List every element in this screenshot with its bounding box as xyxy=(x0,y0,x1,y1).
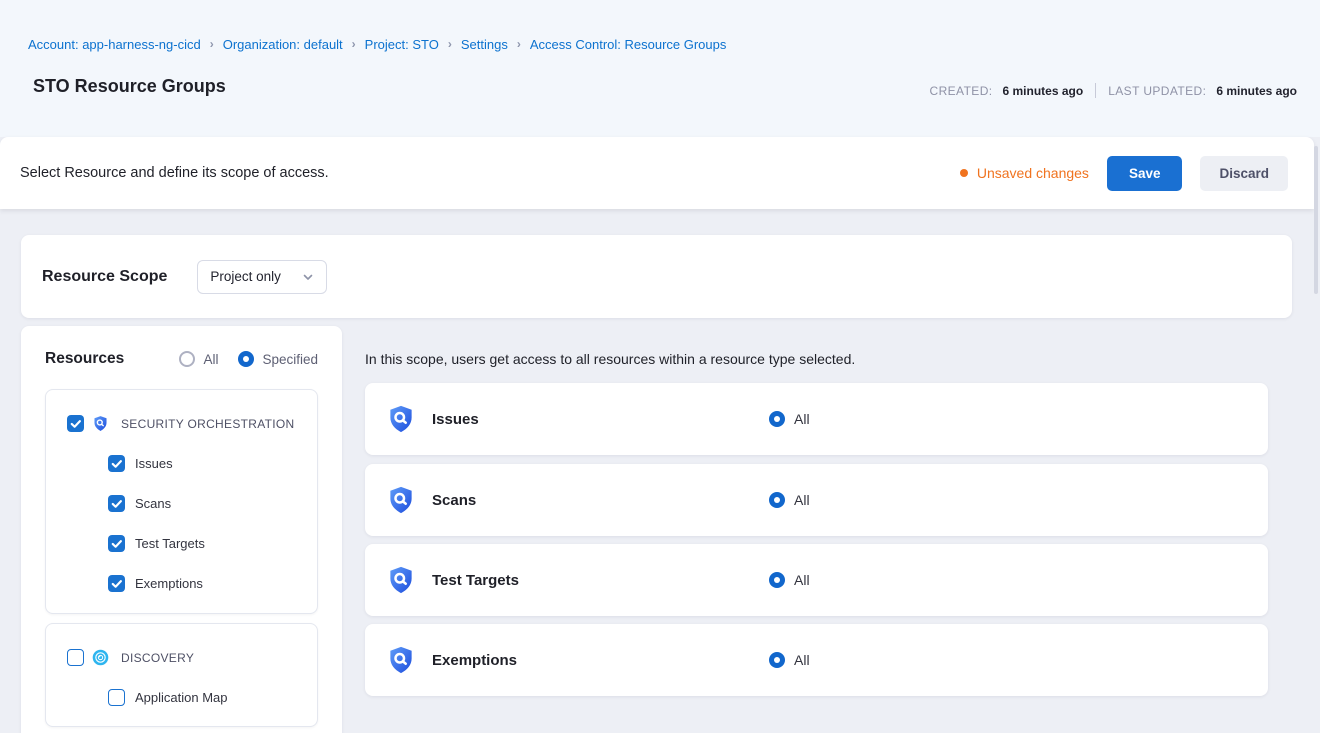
toolbar-description: Select Resource and define its scope of … xyxy=(20,165,329,181)
resource-scope-label: Resource Scope xyxy=(42,268,167,286)
access-option-all[interactable]: All xyxy=(769,492,810,508)
created-value: 6 minutes ago xyxy=(1003,84,1084,98)
checkbox-checked-icon[interactable] xyxy=(67,415,84,432)
resource-scope-value: Project only xyxy=(210,269,281,284)
resource-label: Scans xyxy=(135,496,171,511)
created-label: CREATED: xyxy=(930,84,993,98)
resources-panel: Resources All Specified SECURITY ORCHES xyxy=(21,326,342,733)
toolbar-actions: Unsaved changes Save Discard xyxy=(960,156,1288,191)
chevron-right-icon: › xyxy=(210,37,214,51)
checkbox-checked-icon[interactable] xyxy=(108,455,125,472)
access-all-label: All xyxy=(794,572,810,588)
resource-scope-card: Resource Scope Project only xyxy=(21,235,1292,318)
unsaved-changes-label: Unsaved changes xyxy=(977,165,1089,181)
checkbox-checked-icon[interactable] xyxy=(108,495,125,512)
resource-label: Exemptions xyxy=(135,576,203,591)
sto-shield-icon xyxy=(386,645,416,675)
resource-card-title: Exemptions xyxy=(432,652,517,669)
resources-filter: All Specified xyxy=(179,351,318,367)
sto-shield-icon xyxy=(386,565,416,595)
page-title: STO Resource Groups xyxy=(33,76,226,97)
resource-card-title: Scans xyxy=(432,492,476,509)
group-row-security-orchestration[interactable]: SECURITY ORCHESTRATION xyxy=(67,415,295,432)
group-card-discovery: DISCOVERY Application Map xyxy=(45,623,318,727)
radio-selected-icon[interactable] xyxy=(769,492,785,508)
resource-card-exemptions: Exemptions All xyxy=(365,624,1268,696)
breadcrumb: Account: app-harness-ng-cicd › Organizat… xyxy=(28,37,726,52)
radio-selected-icon[interactable] xyxy=(238,351,254,367)
vertical-scrollbar-thumb[interactable] xyxy=(1314,146,1318,294)
resource-row-test-targets[interactable]: Test Targets xyxy=(108,535,205,552)
resource-card-scans: Scans All xyxy=(365,464,1268,536)
discard-button[interactable]: Discard xyxy=(1200,156,1288,191)
chevron-right-icon: › xyxy=(352,37,356,51)
radio-unselected-icon[interactable] xyxy=(179,351,195,367)
discovery-icon xyxy=(92,649,109,666)
sto-shield-icon xyxy=(386,485,416,515)
group-card-security-orchestration: SECURITY ORCHESTRATION Issues Scans Test… xyxy=(45,389,318,614)
checkbox-unchecked-icon[interactable] xyxy=(108,689,125,706)
resource-card-title: Test Targets xyxy=(432,572,519,589)
resource-label: Application Map xyxy=(135,690,228,705)
chevron-right-icon: › xyxy=(517,37,521,51)
resource-card-test-targets: Test Targets All xyxy=(365,544,1268,616)
group-name: SECURITY ORCHESTRATION xyxy=(121,417,295,431)
resource-label: Issues xyxy=(135,456,173,471)
radio-selected-icon[interactable] xyxy=(769,652,785,668)
group-row-discovery[interactable]: DISCOVERY xyxy=(67,649,194,666)
resources-panel-header: Resources All Specified xyxy=(45,350,318,368)
filter-specified-option[interactable]: Specified xyxy=(238,351,318,367)
save-button[interactable]: Save xyxy=(1107,156,1183,191)
meta-divider xyxy=(1095,83,1096,98)
sto-shield-icon xyxy=(386,404,416,434)
chevron-down-icon xyxy=(302,271,314,283)
resource-card-title: Issues xyxy=(432,411,479,428)
resource-label: Test Targets xyxy=(135,536,205,551)
radio-selected-icon[interactable] xyxy=(769,572,785,588)
unsaved-changes-indicator: Unsaved changes xyxy=(960,165,1089,181)
last-updated-value: 6 minutes ago xyxy=(1216,84,1297,98)
resource-scope-select[interactable]: Project only xyxy=(197,260,327,294)
unsaved-dot-icon xyxy=(960,169,968,177)
checkbox-checked-icon[interactable] xyxy=(108,575,125,592)
group-name: DISCOVERY xyxy=(121,651,194,665)
access-option-all[interactable]: All xyxy=(769,652,810,668)
filter-all-label: All xyxy=(203,352,218,367)
resource-row-exemptions[interactable]: Exemptions xyxy=(108,575,203,592)
page-header: Account: app-harness-ng-cicd › Organizat… xyxy=(0,0,1320,137)
breadcrumb-access-control[interactable]: Access Control: Resource Groups xyxy=(530,37,727,52)
breadcrumb-project[interactable]: Project: STO xyxy=(365,37,439,52)
page-body: Resource Scope Project only Resources Al… xyxy=(0,209,1320,733)
filter-all-option[interactable]: All xyxy=(179,351,218,367)
breadcrumb-account[interactable]: Account: app-harness-ng-cicd xyxy=(28,37,201,52)
scope-description: In this scope, users get access to all r… xyxy=(365,351,855,367)
resources-title: Resources xyxy=(45,350,124,368)
access-all-label: All xyxy=(794,492,810,508)
chevron-right-icon: › xyxy=(448,37,452,51)
access-option-all[interactable]: All xyxy=(769,411,810,427)
last-updated-label: LAST UPDATED: xyxy=(1108,84,1206,98)
resource-row-application-map[interactable]: Application Map xyxy=(108,689,228,706)
breadcrumb-organization[interactable]: Organization: default xyxy=(223,37,343,52)
breadcrumb-settings[interactable]: Settings xyxy=(461,37,508,52)
radio-selected-icon[interactable] xyxy=(769,411,785,427)
access-all-label: All xyxy=(794,411,810,427)
sto-shield-icon xyxy=(92,415,109,432)
filter-specified-label: Specified xyxy=(262,352,318,367)
access-all-label: All xyxy=(794,652,810,668)
checkbox-unchecked-icon[interactable] xyxy=(67,649,84,666)
resource-row-scans[interactable]: Scans xyxy=(108,495,171,512)
checkbox-checked-icon[interactable] xyxy=(108,535,125,552)
resource-row-issues[interactable]: Issues xyxy=(108,455,173,472)
header-meta: CREATED: 6 minutes ago LAST UPDATED: 6 m… xyxy=(930,83,1297,98)
action-toolbar: Select Resource and define its scope of … xyxy=(0,137,1314,209)
access-option-all[interactable]: All xyxy=(769,572,810,588)
resource-card-issues: Issues All xyxy=(365,383,1268,455)
